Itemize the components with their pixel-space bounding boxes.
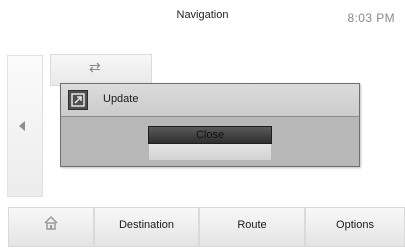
update-icon [68, 90, 88, 110]
update-dialog: Update Close [60, 83, 360, 167]
home-button[interactable] [8, 207, 94, 247]
dialog-header: Update [61, 84, 359, 117]
scroll-left-button[interactable] [7, 55, 43, 197]
map-route-icon: ⇄ [89, 59, 101, 75]
destination-label: Destination [118, 219, 175, 231]
route-button[interactable]: Route [199, 207, 305, 247]
close-button-label: Close [195, 129, 225, 141]
chevron-left-icon [19, 121, 25, 131]
home-icon [9, 215, 93, 235]
close-button[interactable]: Close [148, 126, 272, 144]
options-button[interactable]: Options [305, 207, 405, 247]
bottom-nav-bar: Destination Route Options [0, 207, 405, 252]
route-label: Route [237, 219, 267, 231]
header-bar: Navigation 8:03 PM [0, 0, 405, 40]
clock: 8:03 PM [347, 11, 395, 25]
destination-button[interactable]: Destination [94, 207, 199, 247]
dialog-title: Update [103, 93, 139, 105]
close-button-highlight [149, 142, 271, 160]
page-title: Navigation [176, 9, 229, 21]
options-label: Options [336, 219, 374, 231]
map-tile[interactable]: ⇄ [50, 54, 152, 86]
